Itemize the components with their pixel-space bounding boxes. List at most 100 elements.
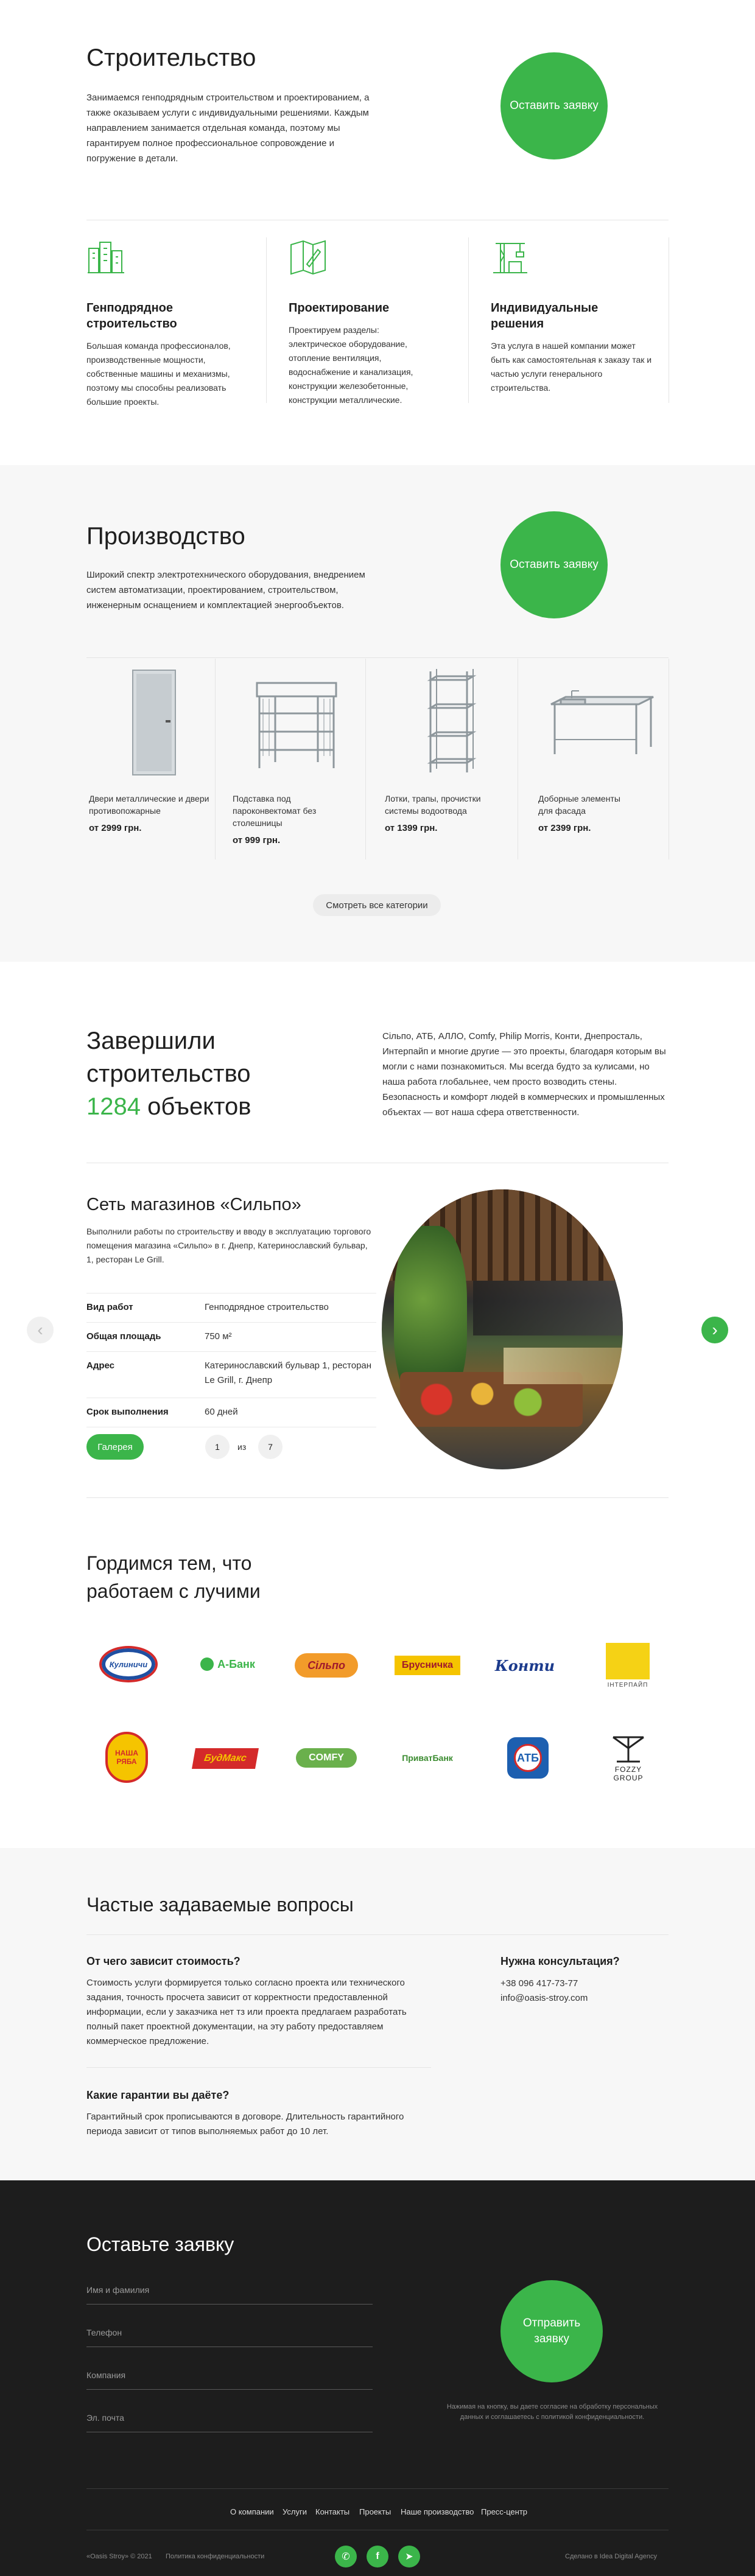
service-title: Проектирование: [289, 301, 390, 315]
product-price: от 2399 грн.: [538, 823, 591, 833]
product-card[interactable]: Двери металлические и двери противопожар…: [86, 659, 219, 859]
viber-icon[interactable]: ✆: [335, 2546, 357, 2567]
divider: [86, 2067, 431, 2068]
product-card[interactable]: Лотки, трапы, прочистки системы водоотво…: [382, 659, 515, 859]
privacy-link[interactable]: Политика конфиденциальности: [166, 2553, 264, 2560]
footer-nav-services[interactable]: Услуги: [283, 2507, 307, 2516]
logo-fozzy: FOZZY GROUP: [599, 1730, 658, 1786]
crane-icon: [493, 243, 527, 273]
service-title: Генподрядное строительство: [86, 301, 177, 331]
production-cta-button[interactable]: Оставить заявку: [500, 511, 608, 618]
divider: [365, 659, 366, 859]
footer-nav-about[interactable]: О компании: [230, 2507, 274, 2516]
faq-question[interactable]: От чего зависит стоимость?: [86, 1955, 241, 1968]
project-row: Общая площадь 750 м²: [86, 1322, 376, 1351]
footer-nav-contacts[interactable]: Контакты: [315, 2507, 349, 2516]
product-price: от 1399 грн.: [385, 823, 438, 833]
construction-text: Занимаемся генподрядным строительством и…: [86, 93, 370, 164]
divider: [86, 657, 669, 658]
footer-nav-projects[interactable]: Проекты: [359, 2507, 391, 2516]
logo-comfy: COMFY: [296, 1748, 357, 1768]
email-field[interactable]: [86, 2403, 373, 2432]
construction-cta-button[interactable]: Оставить заявку: [500, 52, 608, 159]
name-input[interactable]: [86, 2285, 373, 2295]
slider-next-button[interactable]: ›: [701, 1317, 728, 1343]
footer-nav-press[interactable]: Пресс-центр: [481, 2507, 527, 2516]
production-text: Широкий спектр электротехнического обору…: [86, 570, 365, 611]
divider: [468, 237, 469, 403]
service-title: Индивидуальные решения: [491, 301, 599, 331]
faq-section: Частые задаваемые вопросы От чего зависи…: [0, 1848, 755, 2180]
faq-title: Частые задаваемые вопросы: [86, 1894, 354, 1916]
consult-phone[interactable]: +38 096 417-73-77: [500, 1978, 578, 1989]
form-section: Оставьте заявку Отправить заявку Нажимая…: [0, 2180, 755, 2576]
phone-input[interactable]: [86, 2328, 373, 2337]
faq-answer: Стоимость услуги формируется только согл…: [86, 1978, 407, 2046]
divider: [215, 659, 216, 859]
copyright: «Oasis Stroy» © 2021: [86, 2553, 152, 2560]
submit-button[interactable]: Отправить заявку: [500, 2280, 603, 2382]
divider: [86, 2488, 669, 2489]
consent-text: Нажимая на кнопку, вы даете согласие на …: [446, 2403, 658, 2421]
project-title: Сеть магазинов «Сильпо»: [86, 1195, 301, 1214]
divider: [86, 1934, 669, 1935]
service-card[interactable]: Проектирование Проектируем разделы: элек…: [289, 237, 471, 405]
name-field[interactable]: [86, 2275, 373, 2305]
project-row: Вид работ Генподрядное строительство: [86, 1293, 376, 1322]
footer-nav-production[interactable]: Наше производство: [401, 2507, 474, 2516]
product-name: Двери металлические и двери противопожар…: [89, 794, 209, 816]
construction-section: Строительство Занимаемся генподрядным ст…: [0, 0, 755, 465]
service-card[interactable]: Генподрядное строительство Большая коман…: [86, 237, 269, 407]
product-price: от 999 грн.: [233, 835, 281, 845]
phone-field[interactable]: [86, 2318, 373, 2347]
slider-prev-button[interactable]: ‹: [27, 1317, 54, 1343]
consult-email[interactable]: info@oasis-stroy.com: [500, 1993, 588, 2003]
logo-nasha-ryaba: НАША РЯБА: [102, 1731, 151, 1783]
logo-budmaks: БудМакс: [192, 1748, 259, 1769]
agency-credit[interactable]: Сделано в Idea Digital Agency: [565, 2553, 657, 2560]
service-text: Большая команда профессионалов, производ…: [86, 341, 231, 407]
page-current[interactable]: 1: [205, 1435, 230, 1459]
product-name: Подставка под пароконвектомат без столеш…: [233, 794, 317, 828]
product-name: Доборные элементы для фасада: [538, 794, 620, 816]
service-card[interactable]: Индивидуальные решения Эта услуга в наше…: [491, 237, 673, 403]
project-row: Срок выполнения 60 дней: [86, 1398, 376, 1427]
company-field[interactable]: [86, 2361, 373, 2390]
product-name: Лотки, трапы, прочистки системы водоотво…: [385, 794, 481, 816]
door-image: [86, 659, 219, 786]
project-row: Адрес Катеринославский бульвар 1, рестора…: [86, 1351, 376, 1398]
chevron-right-icon: ›: [712, 1320, 718, 1339]
completed-count: 1284: [86, 1093, 141, 1120]
logo-abank: А-Банк: [194, 1651, 262, 1678]
faq-question[interactable]: Какие гарантии вы даёте?: [86, 2089, 229, 2102]
completed-title: Завершили строительство 1284 объектов: [86, 1027, 251, 1120]
company-input[interactable]: [86, 2370, 373, 2380]
blueprint-icon: [290, 240, 326, 275]
sink-table-image: [536, 659, 669, 786]
partners-title: Гордимся тем, что работаем с лучими: [86, 1552, 261, 1602]
divider: [86, 1497, 669, 1498]
gallery-button[interactable]: Галерея: [86, 1434, 144, 1460]
divider: [266, 237, 267, 403]
buildings-icon: [88, 242, 124, 273]
logo-interpipe: ІНТЕРПАЙП: [603, 1640, 653, 1691]
faq-answer: Гарантийный срок прописываются в договор…: [86, 2112, 404, 2137]
page: Строительство Занимаемся генподрядным ст…: [0, 0, 755, 2576]
email-input[interactable]: [86, 2413, 373, 2423]
logo-privatbank: ПриватБанк: [402, 1753, 453, 1763]
service-text: Проектируем разделы: электрическое обору…: [289, 325, 413, 405]
product-card[interactable]: Подставка под пароконвектомат без столеш…: [230, 659, 363, 859]
facebook-icon[interactable]: f: [367, 2546, 388, 2567]
logo-atb: АТБ: [507, 1737, 549, 1779]
completed-text: Сільпо, АТБ, АЛЛО, Comfy, Philip Morris,…: [382, 1031, 666, 1118]
form-title: Оставьте заявку: [86, 2233, 234, 2255]
stand-image: [230, 659, 363, 786]
project-photo: [382, 1189, 623, 1469]
logo-brusnichka: Брусничка: [395, 1656, 460, 1675]
product-price: от 2999 грн.: [89, 823, 142, 833]
product-card[interactable]: Доборные элементы для фасада от 2399 грн…: [536, 659, 669, 859]
telegram-icon[interactable]: ➤: [398, 2546, 420, 2567]
all-categories-button[interactable]: Смотреть все категории: [313, 894, 441, 916]
shelving-image: [382, 659, 515, 786]
construction-title: Строительство: [86, 44, 256, 71]
